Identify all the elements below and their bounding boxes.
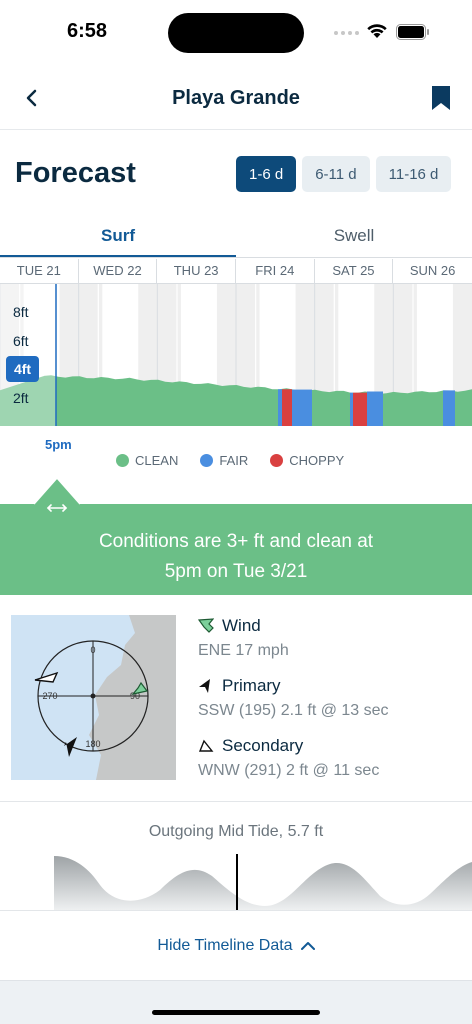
- day-label[interactable]: THU 23: [157, 259, 236, 283]
- condition-band: [282, 389, 292, 426]
- hide-timeline-button[interactable]: Hide Timeline Data: [0, 910, 472, 980]
- wind-arrow-icon: [198, 618, 214, 633]
- primary-swell-arrow-icon: [64, 737, 77, 757]
- y-tick-label: 8ft: [13, 304, 29, 320]
- secondary-row: Secondary: [198, 734, 458, 758]
- tide-curve: [54, 856, 472, 910]
- y-tick-label: 6ft: [13, 333, 29, 349]
- wind-value: ENE 17 mph: [198, 642, 289, 659]
- condition-band: [353, 392, 367, 426]
- battery-icon: [396, 24, 429, 40]
- legend-dot-fair: [200, 454, 214, 467]
- primary-label: Primary: [222, 676, 281, 695]
- tab-surf[interactable]: Surf: [0, 214, 236, 258]
- compass-center: [90, 693, 96, 699]
- range-tabs: 1-6 d 6-11 d 11-16 d: [236, 156, 452, 192]
- secondary-label: Secondary: [222, 736, 304, 755]
- primary-swell-arrow-icon: [199, 679, 210, 693]
- day-label[interactable]: TUE 21: [0, 259, 79, 283]
- y-tick-label-active: 4ft: [6, 356, 39, 382]
- condition-band: [350, 392, 353, 426]
- swell-compass: 0 90 180 270: [11, 615, 176, 780]
- range-tab-6-11[interactable]: 6-11 d: [302, 156, 370, 192]
- day-label[interactable]: SAT 25: [315, 259, 394, 283]
- range-tab-11-16[interactable]: 11-16 d: [375, 156, 452, 192]
- time-marker-label: 5pm: [45, 437, 72, 452]
- compass-svg: 0 90 180 270: [34, 615, 176, 780]
- compass-label-s: 180: [85, 739, 100, 749]
- range-tab-1-6[interactable]: 1-6 d: [236, 156, 297, 192]
- legend-dot-choppy: [270, 454, 284, 467]
- compass-label-w: 270: [42, 691, 57, 701]
- legend-label: FAIR: [219, 453, 249, 468]
- wind-row: Wind: [198, 614, 458, 638]
- legend-label: CHOPPY: [289, 453, 345, 468]
- tab-swell[interactable]: Swell: [236, 214, 472, 258]
- surf-chart[interactable]: 8ft 6ft 4ft 2ft: [0, 284, 472, 426]
- view-tabs: Surf Swell: [0, 214, 472, 258]
- day-header: TUE 21 WED 22 THU 23 FRI 24 SAT 25 SUN 2…: [0, 259, 472, 284]
- condition-band: [278, 389, 282, 426]
- wind-label: Wind: [222, 616, 261, 635]
- legend-label: CLEAN: [135, 453, 179, 468]
- status-bar: 6:58: [0, 0, 472, 64]
- tide-chart[interactable]: [0, 850, 472, 910]
- legend-clean: CLEAN: [116, 453, 178, 468]
- bottom-area: [0, 980, 472, 1024]
- dynamic-island: [168, 13, 304, 53]
- compass-label-n: 0: [90, 645, 95, 655]
- tide-title: Outgoing Mid Tide, 5.7 ft: [148, 823, 324, 840]
- tabs-divider: [0, 257, 472, 258]
- nav-bar: Playa Grande: [0, 70, 472, 130]
- wind-swell-info: Wind ENE 17 mph Primary SSW (195) 2.1 ft…: [198, 614, 458, 794]
- wifi-icon: [367, 24, 387, 38]
- condition-band: [443, 390, 455, 426]
- secondary-swell-arrow-icon: [198, 739, 214, 752]
- chevron-up-icon: [300, 941, 315, 950]
- chart-legend: CLEAN FAIR CHOPPY: [116, 453, 344, 468]
- legend-choppy: CHOPPY: [270, 453, 344, 468]
- condition-band: [292, 389, 312, 426]
- day-label[interactable]: FRI 24: [236, 259, 315, 283]
- y-tick-label: 2ft: [13, 390, 29, 406]
- home-indicator[interactable]: [152, 1010, 320, 1015]
- condition-band: [367, 391, 383, 426]
- secondary-value: WNW (291) 2 ft @ 11 sec: [198, 762, 380, 779]
- legend-dot-clean: [116, 454, 129, 467]
- primary-value: SSW (195) 2.1 ft @ 13 sec: [198, 702, 389, 719]
- secondary-swell-arrow-icon: [34, 671, 59, 683]
- banner-text-line1: Conditions are 3+ ft and clean at: [98, 531, 374, 552]
- day-label[interactable]: WED 22: [79, 259, 158, 283]
- signal-icon: [334, 31, 359, 35]
- page-title: Playa Grande: [172, 87, 300, 109]
- banner-drag-handle[interactable]: [34, 476, 80, 520]
- section-divider: [0, 801, 472, 802]
- conditions-banner: Conditions are 3+ ft and clean at 5pm on…: [0, 519, 472, 595]
- status-time: 6:58: [67, 20, 108, 42]
- day-label[interactable]: SUN 26: [393, 259, 472, 283]
- surf-chart-svg: [0, 284, 472, 426]
- hide-timeline-label: Hide Timeline Data: [157, 936, 293, 954]
- legend-fair: FAIR: [200, 453, 248, 468]
- banner-text-line2: 5pm on Tue 3/21: [164, 561, 308, 582]
- primary-row: Primary: [198, 674, 458, 698]
- bookmark-icon[interactable]: [430, 84, 452, 112]
- forecast-heading: Forecast: [15, 157, 136, 189]
